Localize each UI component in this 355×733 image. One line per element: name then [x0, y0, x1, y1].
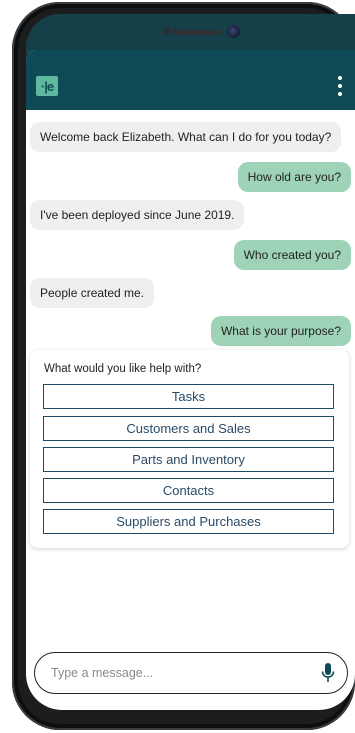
- option-customers-sales-button[interactable]: Customers and Sales: [43, 416, 334, 441]
- option-suppliers-purchases-button[interactable]: Suppliers and Purchases: [43, 509, 334, 534]
- earpiece-speaker: [174, 30, 222, 35]
- help-options-card: What would you like help with? Tasks Cus…: [30, 350, 349, 548]
- front-camera: [227, 25, 240, 38]
- sensor-dot: [163, 28, 170, 35]
- microphone-icon[interactable]: [321, 663, 335, 683]
- bot-message: I've been deployed since June 2019.: [30, 200, 245, 230]
- option-contacts-button[interactable]: Contacts: [43, 478, 334, 503]
- bot-message: People created me.: [30, 278, 155, 308]
- app-logo: ·|e: [36, 76, 58, 96]
- app-bar: ·|e: [26, 50, 355, 110]
- user-message: What is your purpose?: [210, 316, 351, 346]
- chat-screen: ·|e Welcome back Elizabeth. What can I d…: [26, 50, 355, 710]
- help-prompt: What would you like help with?: [44, 363, 202, 375]
- app-logo-text: ·|e: [40, 78, 54, 94]
- bot-message: Welcome back Elizabeth. What can I do fo…: [30, 122, 342, 152]
- more-vertical-icon[interactable]: [337, 76, 343, 96]
- user-message: Who created you?: [233, 240, 351, 270]
- message-input[interactable]: [49, 662, 303, 684]
- option-parts-inventory-button[interactable]: Parts and Inventory: [43, 447, 334, 472]
- message-composer: [34, 652, 348, 694]
- user-message: How old are you?: [237, 162, 351, 192]
- option-tasks-button[interactable]: Tasks: [43, 384, 334, 409]
